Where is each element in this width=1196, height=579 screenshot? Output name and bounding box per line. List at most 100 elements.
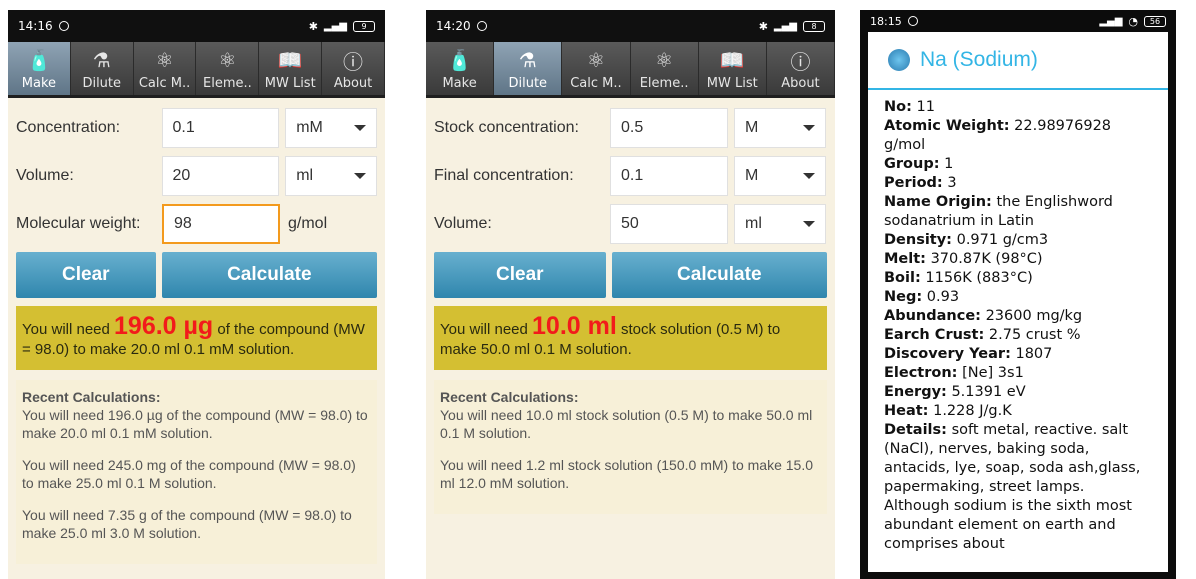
field-neg: Neg: 0.93 [884,289,960,305]
bluetooth-icon: ✱ [758,19,768,33]
list-item[interactable]: You will need 196.0 µg of the compound (… [22,406,371,442]
concentration-label: Concentration: [16,119,121,136]
signal-icon: ▂▄▆ [1099,15,1123,27]
flask-icon: ⚗ [92,48,111,72]
calculate-button[interactable]: Calculate [611,252,827,298]
tab-mw-list[interactable]: 📖 MW List [699,42,767,95]
list-item[interactable]: You will need 1.2 ml stock solution (150… [440,456,821,492]
volume-label: Volume: [16,167,74,184]
status-bar: 14:20 ✱ ▂▄▆ 8 [426,10,835,42]
concentration-row: Concentration: 0.1 mM [16,108,377,148]
clear-button[interactable]: Clear [434,252,606,298]
result-box: You will need 196.0 µg of the compound (… [16,306,377,370]
result-amount: 196.0 µg [114,312,214,340]
field-name-origin: Name Origin: the Englishword sodanatrium… [884,194,1113,229]
final-row: Final concentration: 0.1 M [434,156,827,196]
tab-elements[interactable]: ⚛ Eleme.. [631,42,699,95]
clear-button[interactable]: Clear [16,252,156,298]
field-abundance: Abundance: 23600 mg/kg [884,308,1083,324]
recent-calculations: Recent Calculations: You will need 10.0 … [434,380,827,514]
field-boil: Boil: 1156K (883°C) [884,270,1033,286]
tab-elements[interactable]: ⚛ Eleme.. [196,42,260,95]
volume-input[interactable]: 50 [610,204,728,244]
alarm-icon [476,21,487,31]
flask-icon: ⚗ [518,48,537,72]
element-dialog: Na (Sodium) No: 11 Atomic Weight: 22.989… [868,32,1168,572]
field-electron: Electron: [Ne] 3s1 [884,365,1024,381]
dialog-header: Na (Sodium) [868,32,1168,90]
tab-about[interactable]: ⓘ About [322,42,385,95]
list-item[interactable]: You will need 7.35 g of the compound (MW… [22,506,371,542]
tab-make[interactable]: 🧴 Make [8,42,71,95]
final-unit-select[interactable]: M [734,156,826,196]
element-screen: 18:15 ▂▄▆ ◔ 56 Na (Sodium) No: 11 Atomic W… [860,10,1176,579]
element-details: No: 11 Atomic Weight: 22.98976928 g/mol … [868,90,1168,562]
field-atomic-weight: Atomic Weight: 22.98976928 g/mol [884,118,1112,153]
chevron-down-icon [803,173,815,179]
mw-input[interactable]: 98 [162,204,280,244]
tab-about[interactable]: ⓘ About [767,42,835,95]
atom-icon: ⚛ [218,48,237,72]
volume-unit-select[interactable]: ml [285,156,377,196]
bluetooth-icon: ✱ [308,19,318,33]
alarm-icon [907,16,918,26]
tab-make[interactable]: 🧴 Make [426,42,495,95]
battery-icon: 8 [803,20,825,32]
volume-input[interactable]: 20 [161,156,280,196]
tab-bar: 🧴 Make ⚗ Dilute ⚛ Calc M.. ⚛ Eleme.. 📖 MW Lis… [426,42,835,98]
tab-calc-molarity[interactable]: ⚛ Calc M.. [562,42,631,95]
stock-row: Stock concentration: 0.5 M [434,108,827,148]
info-icon: ⓘ [790,49,811,74]
chevron-down-icon [803,125,815,131]
recent-calculations: Recent Calculations: You will need 196.0… [16,380,377,564]
stock-input[interactable]: 0.5 [610,108,728,148]
field-melt: Melt: 370.87K (98°C) [884,251,1043,267]
signal-icon: ▂▄▆ [773,20,797,32]
status-bar: 14:16 ✱ ▂▄▆ 9 [8,10,385,42]
chevron-down-icon [803,221,815,227]
result-amount: 10.0 ml [532,312,617,340]
volume-unit-select[interactable]: ml [734,204,826,244]
status-time: 14:20 [436,19,471,33]
final-input[interactable]: 0.1 [610,156,728,196]
atom-icon: ⚛ [655,48,674,72]
battery-icon: 9 [353,20,375,32]
chevron-down-icon [354,173,366,179]
list-item[interactable]: You will need 10.0 ml stock solution (0.… [440,406,821,442]
book-icon: 📖 [277,48,303,72]
volume-row: Volume: 50 ml [434,204,827,244]
stock-unit-select[interactable]: M [734,108,826,148]
bottles-icon: 🧴 [447,48,473,72]
recent-heading: Recent Calculations: [440,389,579,405]
field-discovery-year: Discovery Year: 1807 [884,346,1053,362]
concentration-unit-select[interactable]: mM [285,108,377,148]
tab-dilute[interactable]: ⚗ Dilute [71,42,134,95]
field-period: Period: 3 [884,175,957,191]
mw-row: Molecular weight: 98 g/mol [16,204,377,244]
tab-mw-list[interactable]: 📖 MW List [259,42,323,95]
calculate-button[interactable]: Calculate [161,252,377,298]
dialog-title: Na (Sodium) [920,48,1038,71]
status-time: 18:15 [870,14,902,28]
list-item[interactable]: You will need 245.0 mg of the compound (… [22,456,371,492]
field-group: Group: 1 [884,156,954,172]
alarm-icon [58,21,69,31]
atom-icon [888,49,910,71]
concentration-input[interactable]: 0.1 [161,108,280,148]
tab-calc-molarity[interactable]: ⚛ Calc M.. [134,42,197,95]
field-details: Details: soft metal, reactive. salt (NaC… [884,422,1141,552]
final-label: Final concentration: [434,167,574,184]
stock-label: Stock concentration: [434,119,579,136]
battery-icon: 56 [1144,15,1166,27]
molecule-icon: ⚛ [586,48,605,72]
tab-dilute[interactable]: ⚗ Dilute [494,42,563,95]
volume-label: Volume: [434,215,492,232]
field-energy: Energy: 5.1391 eV [884,384,1026,400]
info-icon: ⓘ [343,49,364,74]
chevron-down-icon [354,125,366,131]
tab-bar: 🧴 Make ⚗ Dilute ⚛ Calc M.. ⚛ Eleme.. 📖 MW Lis… [8,42,385,98]
book-icon: 📖 [719,48,745,72]
bottles-icon: 🧴 [26,48,52,72]
make-screen: 14:16 ✱ ▂▄▆ 9 🧴 Make ⚗ Dilute ⚛ Calc M.. ⚛ Ele… [8,10,385,579]
mw-label: Molecular weight: [16,215,141,232]
